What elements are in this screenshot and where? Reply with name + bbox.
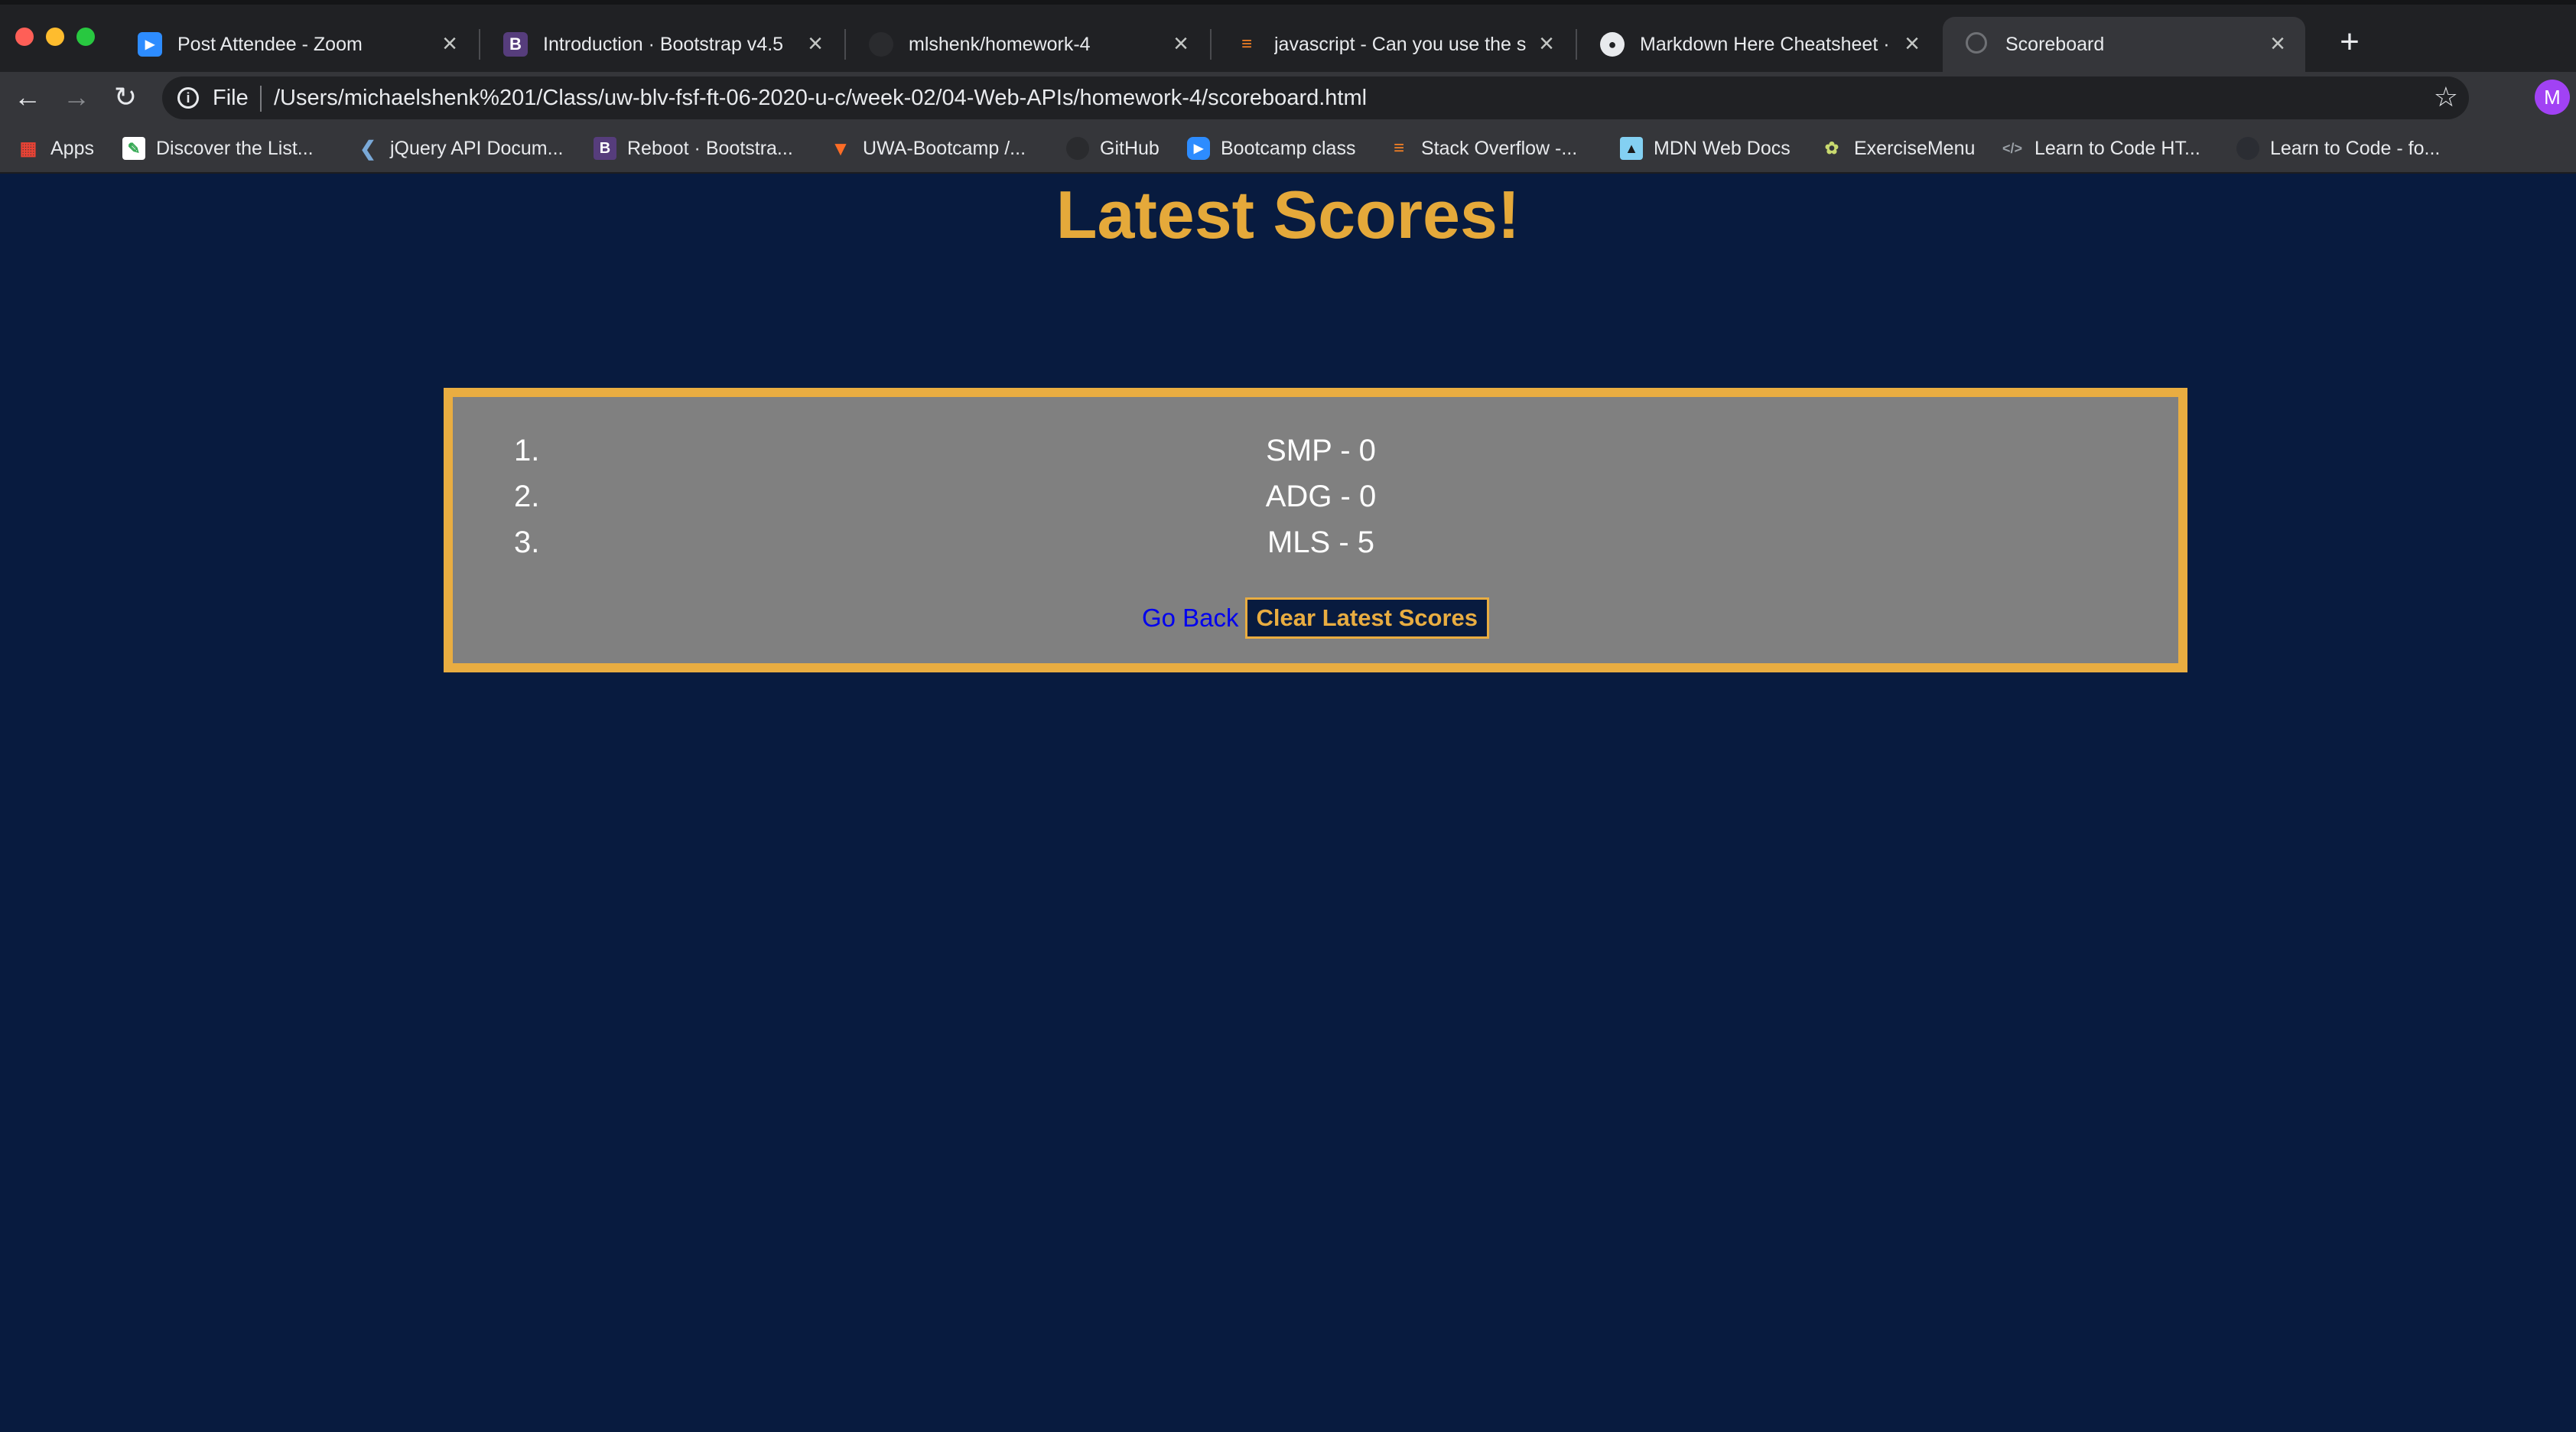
zoom-icon: ▶ xyxy=(1187,137,1210,160)
close-icon[interactable]: × xyxy=(1533,31,1560,58)
new-tab-button[interactable]: + xyxy=(2330,23,2369,63)
bookmark-jquery-api[interactable]: ❮ jQuery API Docum... xyxy=(356,133,563,164)
browser-toolbar: ← → ↻ i File /Users/michaelshenk%201/Cla… xyxy=(0,72,2576,122)
close-icon[interactable]: × xyxy=(1167,31,1195,58)
bookmark-label: Reboot · Bootstra... xyxy=(627,137,793,159)
scoreboard-panel: 1. SMP - 0 2. ADG - 0 3. MLS - 5 Go Back… xyxy=(444,388,2187,672)
bookmark-label: ExerciseMenu xyxy=(1854,137,1976,159)
bookmark-label: Discover the List... xyxy=(156,137,314,159)
maximize-window-button[interactable] xyxy=(76,28,95,46)
close-icon[interactable]: × xyxy=(802,31,829,58)
score-list-item: 3. MLS - 5 xyxy=(499,526,2143,571)
tab-post-attendee-zoom[interactable]: ▶ Post Attendee - Zoom × xyxy=(115,17,477,72)
github-icon xyxy=(1066,137,1089,160)
tab-stackoverflow[interactable]: ≡ javascript - Can you use the sa × xyxy=(1212,17,1574,72)
bookmark-label: jQuery API Docum... xyxy=(390,137,564,159)
forward-arrow-icon[interactable]: → xyxy=(57,78,96,118)
bookmark-star-icon[interactable]: ☆ xyxy=(2434,81,2458,113)
github-icon: ● xyxy=(1600,32,1625,57)
bookmark-exercise-menu[interactable]: ✿ ExerciseMenu xyxy=(1820,133,1976,164)
tab-title: Introduction · Bootstrap v4.5 xyxy=(543,34,784,55)
bookmark-discover-the-list[interactable]: ✎ Discover the List... xyxy=(122,133,314,164)
info-icon[interactable]: i xyxy=(177,87,199,109)
apps-grid-icon: ▦ xyxy=(19,138,37,159)
tab-scoreboard[interactable]: Scoreboard × xyxy=(1943,17,2305,72)
minimize-window-button[interactable] xyxy=(46,28,64,46)
gitlab-icon: ▼ xyxy=(831,136,851,160)
bookmark-label: Apps xyxy=(50,137,94,159)
code-icon: </> xyxy=(2002,140,2023,156)
page-title: Latest Scores! xyxy=(1055,177,1521,252)
bookmark-reboot-bootstrap[interactable]: B Reboot · Bootstra... xyxy=(594,133,793,164)
freecodecamp-icon xyxy=(2236,137,2259,160)
top-strip xyxy=(0,0,2576,5)
bookmark-label: Learn to Code HT... xyxy=(2034,137,2200,159)
scheme-label: File xyxy=(213,86,249,110)
close-icon[interactable]: × xyxy=(436,31,463,58)
notepad-icon: ✎ xyxy=(122,137,145,160)
go-back-link[interactable]: Go Back xyxy=(1142,604,1239,633)
score-entry: MLS - 5 xyxy=(1267,526,1375,559)
mdn-icon: ▲ xyxy=(1620,137,1643,160)
tab-title: Scoreboard xyxy=(2005,34,2105,55)
bookmark-stack-overflow[interactable]: ≡ Stack Overflow -... xyxy=(1387,133,1577,164)
bookmark-learn-to-code-html[interactable]: </> Learn to Code HT... xyxy=(2001,133,2200,164)
bootstrap-icon: B xyxy=(594,137,616,160)
tab-title: Markdown Here Cheatsheet · a xyxy=(1640,34,1892,55)
close-icon[interactable]: × xyxy=(2264,31,2291,58)
score-list: 1. SMP - 0 2. ADG - 0 3. MLS - 5 xyxy=(499,434,2143,571)
tab-title: mlshenk/homework-4 xyxy=(909,34,1091,55)
bookmark-label: Bootcamp class xyxy=(1221,137,1356,159)
score-list-item: 1. SMP - 0 xyxy=(499,434,2143,480)
bookmark-bootcamp-class[interactable]: ▶ Bootcamp class xyxy=(1187,133,1355,164)
url-text[interactable]: /Users/michaelshenk%201/Class/uw-blv-fsf… xyxy=(274,86,1367,111)
score-entry: ADG - 0 xyxy=(1265,480,1377,513)
close-window-button[interactable] xyxy=(15,28,34,46)
stackoverflow-icon: ≡ xyxy=(1393,138,1404,158)
exercise-icon: ✿ xyxy=(1824,138,1839,158)
bookmark-uwa-bootcamp[interactable]: ▼ UWA-Bootcamp /... xyxy=(829,133,1026,164)
github-icon xyxy=(869,32,893,57)
score-entry: SMP - 0 xyxy=(1266,434,1376,467)
tab-bootstrap-introduction[interactable]: B Introduction · Bootstrap v4.5 × xyxy=(480,17,843,72)
tab-title: javascript - Can you use the sa xyxy=(1274,34,1527,55)
bookmarks-bar: ▦ Apps ✎ Discover the List... ❮ jQuery A… xyxy=(0,122,2576,174)
bookmark-learn-to-code-free[interactable]: Learn to Code - fo... xyxy=(2236,133,2440,164)
bookmark-label: UWA-Bootcamp /... xyxy=(863,137,1026,159)
bookmark-label: Stack Overflow -... xyxy=(1421,137,1578,159)
jquery-icon: ❮ xyxy=(359,136,376,160)
bookmark-label: MDN Web Docs xyxy=(1654,137,1791,159)
bookmark-label: Learn to Code - fo... xyxy=(2270,137,2441,159)
close-icon[interactable]: × xyxy=(1898,31,1926,58)
bootstrap-icon: B xyxy=(503,32,528,57)
tab-title: Post Attendee - Zoom xyxy=(177,34,363,55)
zoom-icon: ▶ xyxy=(138,32,162,57)
address-separator xyxy=(260,86,262,112)
reload-icon[interactable]: ↻ xyxy=(106,78,145,118)
address-bar[interactable]: i File /Users/michaelshenk%201/Class/uw-… xyxy=(162,76,2469,119)
back-arrow-icon[interactable]: ← xyxy=(8,78,47,118)
globe-icon xyxy=(1966,32,1987,54)
bookmark-apps[interactable]: ▦ Apps xyxy=(17,133,94,164)
bookmark-label: GitHub xyxy=(1100,137,1160,159)
bookmark-github[interactable]: GitHub xyxy=(1066,133,1160,164)
browser-chrome: ▶ Post Attendee - Zoom × B Introduction … xyxy=(0,0,2576,174)
score-list-item: 2. ADG - 0 xyxy=(499,480,2143,526)
scoreboard-actions: Go Back Clear Latest Scores xyxy=(453,597,2178,639)
tab-markdown-cheatsheet[interactable]: ● Markdown Here Cheatsheet · a × xyxy=(1577,17,1940,72)
stackoverflow-icon: ≡ xyxy=(1241,34,1252,54)
clear-latest-scores-button[interactable]: Clear Latest Scores xyxy=(1244,597,1490,639)
profile-avatar[interactable]: M xyxy=(2535,80,2570,115)
bookmark-mdn-web-docs[interactable]: ▲ MDN Web Docs xyxy=(1620,133,1791,164)
tab-github-homework[interactable]: mlshenk/homework-4 × xyxy=(846,17,1208,72)
